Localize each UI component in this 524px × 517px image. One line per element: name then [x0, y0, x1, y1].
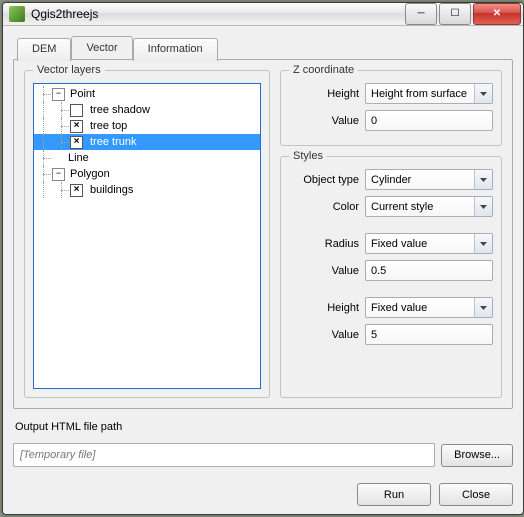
radius-mode-combo[interactable]: Fixed value — [365, 233, 493, 254]
vector-layers-group: Vector layers − Point tree shadow — [24, 70, 270, 398]
layer-tree[interactable]: − Point tree shadow × tree top — [33, 83, 261, 389]
window-title: Qgis2threejs — [31, 7, 405, 21]
z-height-combo[interactable]: Height from surface — [365, 83, 493, 104]
tree-node-point[interactable]: − Point — [34, 86, 260, 102]
z-coordinate-group: Z coordinate Height Height from surface … — [280, 70, 502, 146]
tree-node-tree-shadow[interactable]: tree shadow — [34, 102, 260, 118]
style-height-value-input[interactable] — [365, 324, 493, 345]
radius-value-input[interactable] — [365, 260, 493, 281]
chevron-down-icon — [474, 84, 492, 103]
checkbox-checked-icon[interactable]: × — [70, 184, 83, 197]
vector-layers-legend: Vector layers — [33, 64, 105, 76]
radius-value-label: Value — [289, 265, 359, 277]
chevron-down-icon — [474, 197, 492, 216]
tree-node-tree-trunk[interactable]: × tree trunk — [34, 134, 260, 150]
minimize-button[interactable]: ─ — [405, 3, 437, 25]
style-height-mode-combo[interactable]: Fixed value — [365, 297, 493, 318]
styles-group: Styles Object type Cylinder Color Curre — [280, 156, 502, 398]
checkbox-checked-icon[interactable]: × — [70, 136, 83, 149]
z-height-label: Height — [289, 88, 359, 100]
app-icon — [9, 6, 25, 22]
collapse-icon[interactable]: − — [52, 168, 65, 181]
tab-page-vector: Vector layers − Point tree shadow — [13, 59, 513, 409]
z-coordinate-legend: Z coordinate — [289, 64, 358, 76]
chevron-down-icon — [474, 234, 492, 253]
tab-information[interactable]: Information — [133, 38, 218, 61]
color-label: Color — [289, 201, 359, 213]
close-button[interactable]: Close — [439, 483, 513, 506]
style-height-label: Height — [289, 302, 359, 314]
styles-legend: Styles — [289, 150, 327, 162]
collapse-icon[interactable]: − — [52, 88, 65, 101]
tree-node-line[interactable]: Line — [34, 150, 260, 166]
style-height-value-label: Value — [289, 329, 359, 341]
main-window: Qgis2threejs ─ ☐ ✕ DEM Vector Informatio… — [2, 2, 524, 515]
checkbox-unchecked-icon[interactable] — [70, 104, 83, 117]
output-path-label: Output HTML file path — [15, 421, 513, 433]
tree-node-polygon[interactable]: − Polygon — [34, 166, 260, 182]
titlebar[interactable]: Qgis2threejs ─ ☐ ✕ — [3, 3, 523, 26]
object-type-combo[interactable]: Cylinder — [365, 169, 493, 190]
checkbox-checked-icon[interactable]: × — [70, 120, 83, 133]
close-window-button[interactable]: ✕ — [473, 3, 521, 25]
z-value-label: Value — [289, 115, 359, 127]
run-button[interactable]: Run — [357, 483, 431, 506]
chevron-down-icon — [474, 298, 492, 317]
maximize-button[interactable]: ☐ — [439, 3, 471, 25]
chevron-down-icon — [474, 170, 492, 189]
tree-node-buildings[interactable]: × buildings — [34, 182, 260, 198]
tree-node-tree-top[interactable]: × tree top — [34, 118, 260, 134]
tab-dem[interactable]: DEM — [17, 38, 71, 61]
tab-strip: DEM Vector Information — [13, 36, 513, 59]
z-value-input[interactable] — [365, 110, 493, 131]
output-path-input[interactable] — [13, 443, 435, 467]
color-combo[interactable]: Current style — [365, 196, 493, 217]
radius-label: Radius — [289, 238, 359, 250]
tab-vector[interactable]: Vector — [71, 36, 132, 59]
object-type-label: Object type — [289, 174, 359, 186]
browse-button[interactable]: Browse... — [441, 444, 513, 467]
